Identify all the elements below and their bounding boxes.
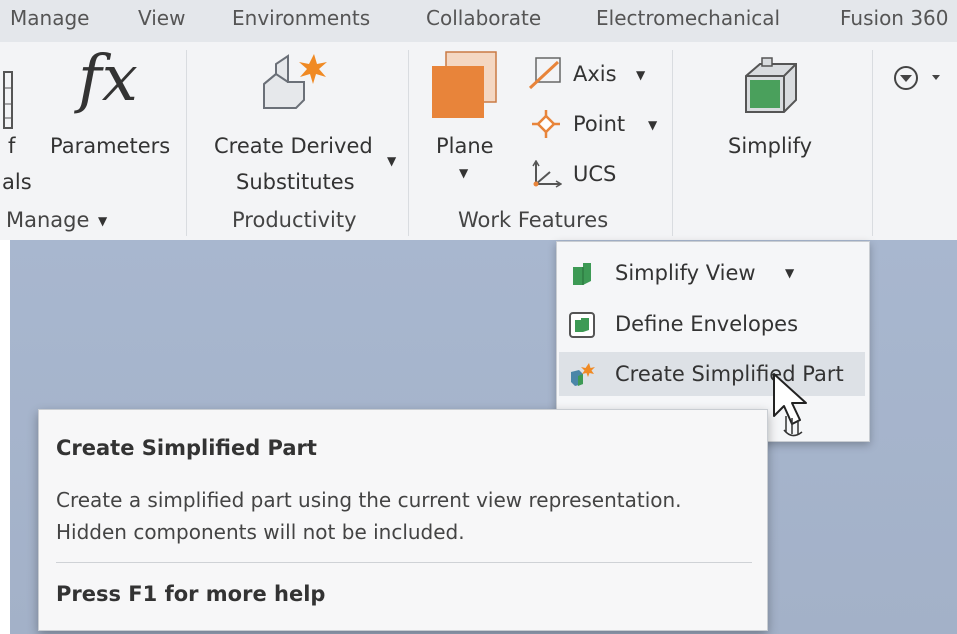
- menu-item-define-envelopes[interactable]: Define Envelopes: [559, 302, 865, 346]
- tab-manage[interactable]: Manage: [10, 6, 89, 30]
- ucs-label: UCS: [573, 162, 617, 186]
- productivity-group-label: Productivity: [232, 208, 357, 232]
- tooltip-description: Create a simplified part using the curre…: [56, 488, 682, 544]
- create-derived-label-line1: Create Derived: [214, 134, 373, 158]
- axis-icon: [528, 56, 562, 90]
- caret-down-icon: ▼: [98, 214, 108, 228]
- group-separator: [872, 50, 873, 236]
- mouse-pointer-icon: [772, 372, 816, 446]
- create-derived-dropdown-icon[interactable]: ▼: [387, 154, 396, 168]
- tab-collaborate[interactable]: Collaborate: [426, 6, 541, 30]
- group-separator: [186, 50, 187, 236]
- tooltip-title: Create Simplified Part: [56, 436, 317, 460]
- create-simplified-part-icon: [569, 362, 595, 388]
- menu-item-label: Define Envelopes: [615, 312, 799, 336]
- create-derived-label-line2: Substitutes: [236, 170, 355, 194]
- define-envelopes-icon: [569, 312, 595, 338]
- command-tooltip: Create Simplified Part Create a simplifi…: [38, 409, 768, 631]
- tooltip-divider: [56, 562, 752, 563]
- point-dropdown-icon[interactable]: ▼: [648, 118, 657, 132]
- menu-item-create-simplified-part[interactable]: Create Simplified Part: [559, 352, 865, 396]
- partial-command-icon: [2, 68, 16, 132]
- simplify-view-dropdown-icon[interactable]: ▼: [785, 266, 794, 280]
- tab-electromechanical[interactable]: Electromechanical: [596, 6, 780, 30]
- tooltip-help-hint: Press F1 for more help: [56, 582, 326, 606]
- ribbon-overflow-button[interactable]: [892, 64, 948, 94]
- menu-item-simplify-view[interactable]: Simplify View ▼: [559, 251, 865, 295]
- ribbon-panel: f als fx Parameters Manage ▼ Create Deri…: [0, 42, 957, 240]
- tab-environments[interactable]: Environments: [232, 6, 370, 30]
- group-separator: [408, 50, 409, 236]
- partial-command-label-2: als: [2, 170, 32, 194]
- axis-label: Axis: [573, 62, 617, 86]
- point-icon: [530, 108, 562, 140]
- fx-icon: fx: [78, 42, 138, 116]
- ucs-icon: [530, 159, 563, 190]
- tab-view[interactable]: View: [138, 6, 185, 30]
- simplify-label: Simplify: [728, 134, 813, 158]
- group-separator: [672, 50, 673, 236]
- parameters-label: Parameters: [50, 134, 171, 158]
- partial-command-label-1: f: [8, 134, 16, 158]
- plane-label: Plane: [436, 134, 494, 158]
- point-label: Point: [573, 112, 626, 136]
- plane-dropdown-icon[interactable]: ▼: [459, 166, 468, 180]
- ribbon-tab-bar: Manage View Environments Collaborate Ele…: [0, 0, 957, 43]
- manage-group-label: Manage: [6, 208, 90, 232]
- tab-fusion-360[interactable]: Fusion 360: [840, 6, 949, 30]
- plane-icon: [430, 48, 500, 122]
- create-derived-icon: [258, 52, 330, 118]
- menu-item-label: Simplify View: [615, 261, 756, 285]
- simplify-icon: [738, 52, 804, 120]
- application-window: Manage View Environments Collaborate Ele…: [0, 0, 957, 634]
- axis-dropdown-icon[interactable]: ▼: [636, 68, 645, 82]
- simplify-view-icon: [569, 261, 595, 287]
- work-features-group-label: Work Features: [458, 208, 609, 232]
